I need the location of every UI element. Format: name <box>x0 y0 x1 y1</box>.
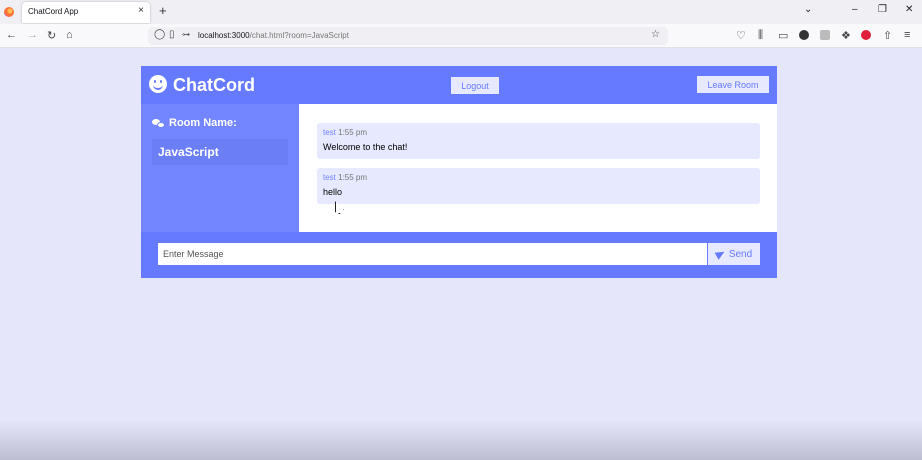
page-icon[interactable]: ▯ <box>169 29 175 40</box>
shield-icon[interactable]: ◯ <box>154 29 165 40</box>
reload-icon[interactable]: ↻ <box>47 29 56 42</box>
browser-nav-bar: ← → ↻ ⌂ ◯ ▯ ⊶ localhost:3000/chat.html?r… <box>0 24 922 48</box>
message-user: test <box>323 128 336 137</box>
sidebar-icon[interactable]: ▭ <box>778 29 788 42</box>
chat-form: Send <box>141 232 777 278</box>
browser-tab-bar: ChatCord App × + ⌄ – ❐ ✕ <box>0 0 922 24</box>
url-bar[interactable]: ◯ ▯ ⊶ localhost:3000/chat.html?room=Java… <box>148 27 668 45</box>
url-path: /chat.html?room=JavaScript <box>249 31 349 40</box>
message: test 1:55 pm Welcome to the chat! <box>317 123 760 159</box>
extension-icon[interactable] <box>799 30 809 40</box>
message-input[interactable] <box>158 243 707 265</box>
close-window-icon[interactable]: ✕ <box>905 4 913 15</box>
message-text: Welcome to the chat! <box>323 142 408 152</box>
app-logo: ChatCord <box>173 75 255 95</box>
message-time: 1:55 pm <box>335 173 368 182</box>
bookmark-star-icon[interactable]: ☆ <box>651 29 660 40</box>
chat-messages: test 1:55 pm Welcome to the chat! test 1… <box>299 104 777 232</box>
message-meta: test 1:55 pm <box>323 173 754 182</box>
tab-title: ChatCord App <box>28 7 79 16</box>
bottom-shadow <box>0 420 922 460</box>
paper-plane-icon <box>714 248 727 260</box>
adblock-icon[interactable] <box>861 30 871 40</box>
chat-sidebar: Room Name: JavaScript <box>141 104 299 232</box>
comments-icon <box>152 118 165 128</box>
message-time: 1:55 pm <box>335 128 368 137</box>
send-button[interactable]: Send <box>708 243 760 265</box>
back-icon[interactable]: ← <box>6 29 17 41</box>
chat-header: ChatCord Logout Leave Room <box>141 66 777 104</box>
browser-tab[interactable]: ChatCord App × <box>22 2 150 23</box>
smile-icon <box>149 75 167 93</box>
message-text: hello <box>323 187 343 197</box>
list-tabs-icon[interactable]: ⌄ <box>804 4 812 15</box>
logout-button[interactable]: Logout <box>451 77 499 94</box>
menu-icon[interactable]: ≡ <box>904 29 910 41</box>
permissions-icon[interactable]: ⊶ <box>182 30 190 39</box>
room-name: JavaScript <box>152 139 288 165</box>
message: test 1:55 pm hello <box>317 168 760 204</box>
message-user: test <box>323 173 336 182</box>
url-host: localhost:3000 <box>198 31 250 40</box>
message-meta: test 1:55 pm <box>323 128 754 137</box>
minimize-icon[interactable]: – <box>852 4 858 15</box>
pocket-icon[interactable]: ♡ <box>736 29 746 42</box>
share-icon[interactable]: ⇧ <box>883 29 892 42</box>
room-heading: Room Name: <box>152 117 237 129</box>
send-label: Send <box>728 248 753 260</box>
firefox-icon <box>4 7 14 17</box>
tab-close-icon[interactable]: × <box>138 5 144 16</box>
extension-icon[interactable]: ❖ <box>841 29 851 42</box>
leave-room-button[interactable]: Leave Room <box>697 76 769 93</box>
chat-container: ChatCord Logout Leave Room Room Name: Ja… <box>141 66 777 278</box>
url-text: localhost:3000/chat.html?room=JavaScript <box>198 31 349 40</box>
new-tab-button[interactable]: + <box>159 3 167 18</box>
restore-icon[interactable]: ❐ <box>878 4 887 15</box>
library-icon[interactable]: ⫼ <box>758 29 763 42</box>
room-heading-label: Room Name: <box>169 117 237 129</box>
forward-icon[interactable]: → <box>27 29 38 41</box>
home-icon[interactable]: ⌂ <box>66 29 73 41</box>
extension-icon[interactable] <box>820 30 830 40</box>
